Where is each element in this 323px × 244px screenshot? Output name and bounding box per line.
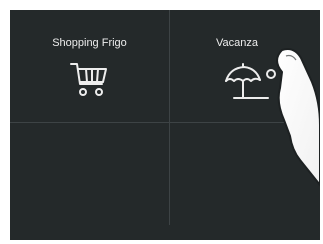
shopping-cart-icon [68,60,112,100]
device-frame: Shopping Frigo Vacanza [0,0,323,244]
tile-shopping-frigo[interactable]: Shopping Frigo [10,10,169,122]
beach-umbrella-sun-icon [222,60,288,104]
tile-shopping-frigo-label: Shopping Frigo [52,37,127,49]
tile-vacanza[interactable]: Vacanza [170,10,320,122]
tile-empty-bottom-left[interactable] [10,123,169,240]
tile-empty-bottom-right[interactable] [170,123,320,240]
home-screen-grid: Shopping Frigo Vacanza [10,10,320,240]
tile-vacanza-label: Vacanza [216,37,258,49]
